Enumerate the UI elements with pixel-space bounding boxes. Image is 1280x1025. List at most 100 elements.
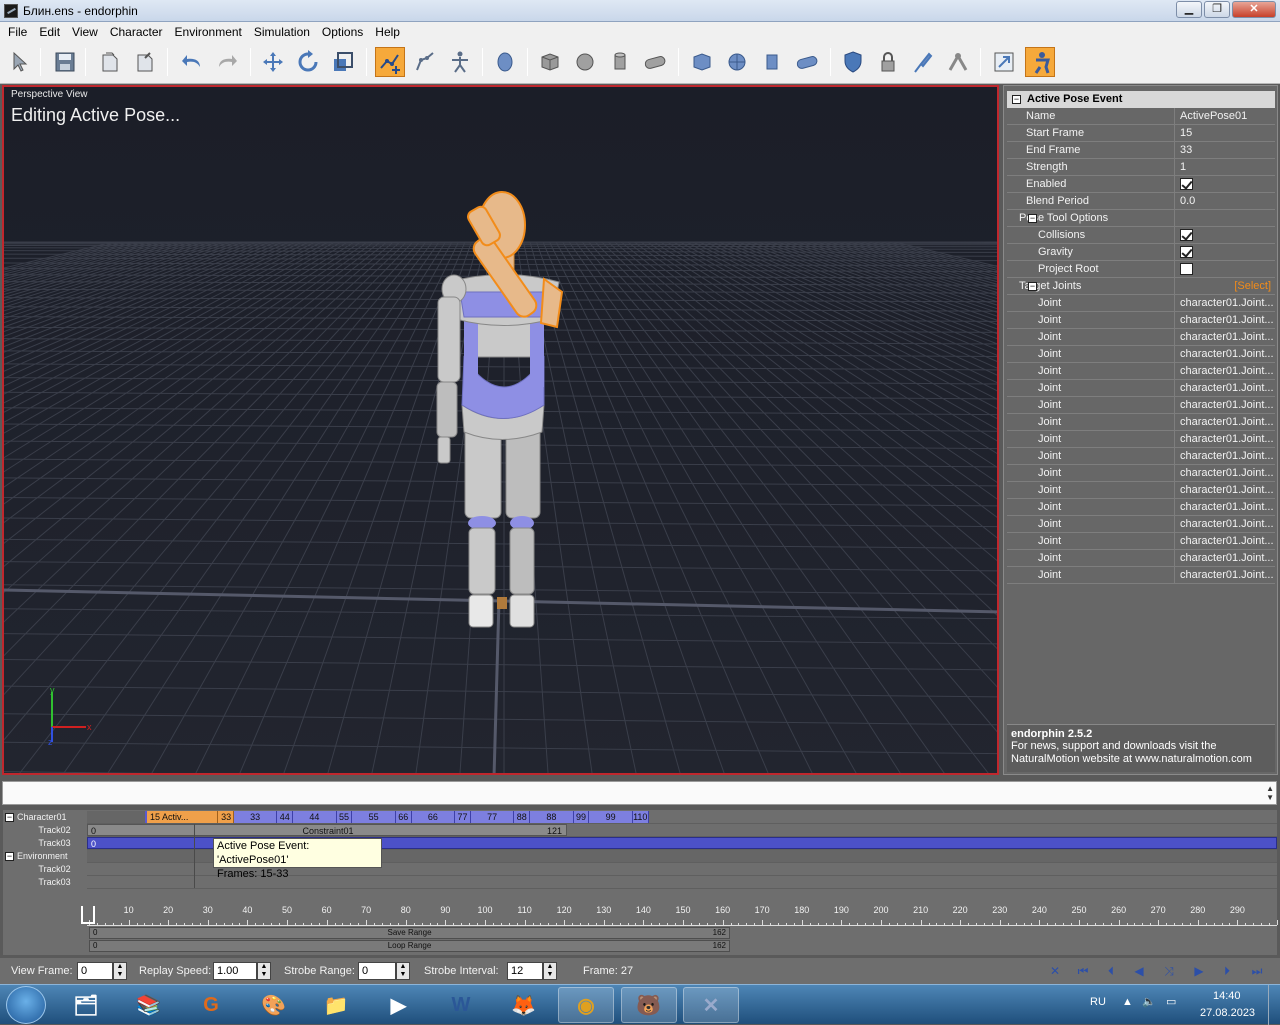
command-line[interactable]: ▲▼ <box>2 781 1277 805</box>
pose-tool-options-toggle[interactable]: − <box>1028 214 1037 223</box>
track-label-env-track02[interactable]: Track02 <box>3 863 86 876</box>
volume-icon[interactable]: 🔈 <box>1142 995 1156 1008</box>
start-button[interactable] <box>6 986 46 1024</box>
property-checkbox[interactable] <box>1180 263 1193 275</box>
strobe-interval-input[interactable]: 12 <box>507 962 543 980</box>
joint-row[interactable]: Joint character01.Joint... <box>1007 448 1275 465</box>
step-forward-icon[interactable]: ⏵ <box>1216 962 1238 980</box>
property-row[interactable]: Strength 1 <box>1007 159 1275 176</box>
track-label-env-track03[interactable]: Track03 <box>3 876 86 889</box>
property-value[interactable]: 0.0 <box>1176 193 1274 209</box>
joint-row[interactable]: Joint character01.Joint... <box>1007 363 1275 380</box>
go-to-end-icon[interactable]: ⏭ <box>1246 962 1268 980</box>
replay-speed-spinner[interactable]: ▲▼ <box>257 962 271 980</box>
joint-row[interactable]: Joint character01.Joint... <box>1007 380 1275 397</box>
pose-tool-options-group[interactable]: Pose Tool Options <box>1007 210 1275 227</box>
property-row[interactable]: Enabled <box>1007 176 1275 193</box>
menu-file[interactable]: File <box>2 25 33 39</box>
event-segment[interactable]: 77 <box>455 811 471 823</box>
event-segment[interactable]: 44 <box>293 811 336 823</box>
character-event-row[interactable]: 15 Activ...33334444555566667777888899991… <box>87 811 1277 824</box>
joint-row[interactable]: Joint character01.Joint... <box>1007 550 1275 567</box>
property-row[interactable]: Start Frame 15 <box>1007 125 1275 142</box>
capsule-button[interactable] <box>640 47 670 77</box>
export-button[interactable] <box>989 47 1019 77</box>
command-scroll-spinner[interactable]: ▲▼ <box>1266 784 1274 802</box>
joint-value[interactable]: character01.Joint... <box>1176 397 1274 413</box>
event-segment[interactable]: 99 <box>574 811 590 823</box>
property-value[interactable]: 15 <box>1176 125 1274 141</box>
joint-row[interactable]: Joint character01.Joint... <box>1007 431 1275 448</box>
save-range-bar[interactable]: 0 Save Range 162 <box>89 927 730 939</box>
joint-row[interactable]: Joint character01.Joint... <box>1007 567 1275 584</box>
character-root-marker[interactable] <box>497 597 507 609</box>
clear-simulation-icon[interactable]: ✕ <box>1044 962 1066 980</box>
taskbar-app[interactable]: ◉ <box>558 987 614 1023</box>
show-desktop-button[interactable] <box>1268 985 1280 1025</box>
joint-value[interactable]: character01.Joint... <box>1176 329 1274 345</box>
menu-view[interactable]: View <box>66 25 104 39</box>
event-segment[interactable]: 88 <box>514 811 530 823</box>
play-backward-icon[interactable]: ◀ <box>1128 962 1150 980</box>
event-segment[interactable]: 77 <box>471 811 514 823</box>
scale-button[interactable] <box>328 47 358 77</box>
joint-row[interactable]: Joint character01.Joint... <box>1007 346 1275 363</box>
joint-value[interactable]: character01.Joint... <box>1176 414 1274 430</box>
joint-value[interactable]: character01.Joint... <box>1176 465 1274 481</box>
cylinder-button[interactable] <box>605 47 635 77</box>
loop-range-bar[interactable]: 0 Loop Range 162 <box>89 940 730 952</box>
undo-button[interactable] <box>177 47 207 77</box>
panel-collapse-toggle[interactable]: − <box>1012 95 1021 104</box>
property-checkbox[interactable] <box>1180 246 1193 258</box>
strobe-range-input[interactable]: 0 <box>358 962 396 980</box>
joint-value[interactable]: character01.Joint... <box>1176 431 1274 447</box>
static-sphere-button[interactable] <box>722 47 752 77</box>
joint-row[interactable]: Joint character01.Joint... <box>1007 414 1275 431</box>
strobe-range-spinner[interactable]: ▲▼ <box>396 962 410 980</box>
pin-button[interactable] <box>908 47 938 77</box>
target-joints-group[interactable]: Target Joints [Select] <box>1007 278 1275 295</box>
perspective-viewport[interactable]: y x z Perspective View Editing Active Po… <box>2 85 999 775</box>
joint-value[interactable]: character01.Joint... <box>1176 533 1274 549</box>
head-button[interactable] <box>490 47 520 77</box>
view-frame-spinner[interactable]: ▲▼ <box>113 962 127 980</box>
scene-view[interactable]: y x z <box>4 87 999 775</box>
static-capsule-button[interactable] <box>792 47 822 77</box>
select-joints-link[interactable]: [Select] <box>1176 278 1274 294</box>
maximize-button[interactable]: ❐ <box>1204 1 1230 18</box>
redo-button[interactable] <box>212 47 242 77</box>
joint-value[interactable]: character01.Joint... <box>1176 295 1274 311</box>
joint-row[interactable]: Joint character01.Joint... <box>1007 397 1275 414</box>
network-icon[interactable]: ▭ <box>1166 995 1176 1008</box>
taskbar-app[interactable]: 🎨 <box>246 987 302 1023</box>
go-to-start-icon[interactable]: ⏮ <box>1072 962 1094 980</box>
event-segment[interactable]: 33 <box>218 811 234 823</box>
track02-row[interactable]: 0 Constraint01 121 <box>87 824 1277 837</box>
save-button[interactable] <box>50 47 80 77</box>
language-indicator[interactable]: RU <box>1090 996 1106 1008</box>
rotate-button[interactable] <box>293 47 323 77</box>
joint-row[interactable]: Joint character01.Joint... <box>1007 312 1275 329</box>
replay-speed-input[interactable]: 1.00 <box>213 962 257 980</box>
active-pose-button[interactable] <box>375 47 405 77</box>
menu-options[interactable]: Options <box>316 25 369 39</box>
target-joints-toggle[interactable]: − <box>1028 282 1037 291</box>
taskbar-app[interactable]: 🐻 <box>621 987 677 1023</box>
joint-value[interactable]: character01.Joint... <box>1176 346 1274 362</box>
shield-button[interactable] <box>838 47 868 77</box>
menu-environment[interactable]: Environment <box>169 25 248 39</box>
select-tool-button[interactable] <box>5 47 35 77</box>
event-segment[interactable]: 55 <box>352 811 395 823</box>
property-row[interactable]: Project Root <box>1007 261 1275 278</box>
joint-value[interactable]: character01.Joint... <box>1176 448 1274 464</box>
property-value[interactable]: 33 <box>1176 142 1274 158</box>
joint-value[interactable]: character01.Joint... <box>1176 312 1274 328</box>
taskbar-app[interactable]: 🦊 <box>496 987 552 1023</box>
menu-edit[interactable]: Edit <box>33 25 66 39</box>
menu-character[interactable]: Character <box>104 25 169 39</box>
menu-simulation[interactable]: Simulation <box>248 25 316 39</box>
joint-row[interactable]: Joint character01.Joint... <box>1007 482 1275 499</box>
tray-expand-icon[interactable]: ▲ <box>1122 996 1133 1008</box>
joint-value[interactable]: character01.Joint... <box>1176 363 1274 379</box>
event-segment[interactable]: 110 <box>633 811 649 823</box>
